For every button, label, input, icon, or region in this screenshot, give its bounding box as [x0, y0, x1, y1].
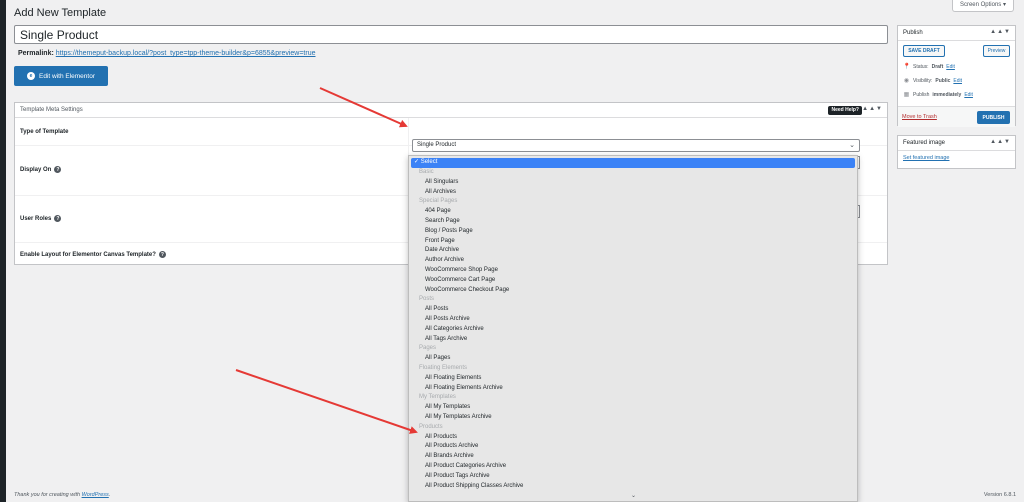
dropdown-group-label: Pages: [419, 345, 437, 352]
elementor-canvas-label: Enable Layout for Elementor Canvas Templ…: [20, 251, 166, 258]
box-move-arrows-icon[interactable]: ▲▲▼: [990, 29, 1011, 35]
dropdown-group-label: My Templates: [419, 394, 456, 401]
eye-icon: ◉: [903, 78, 910, 84]
dropdown-option[interactable]: All Archives: [409, 188, 857, 198]
dropdown-option[interactable]: All Posts Archive: [409, 315, 857, 325]
featured-image-header: Featured image ▲▲▼: [898, 136, 1015, 151]
publish-button[interactable]: PUBLISH: [977, 111, 1010, 124]
dropdown-option[interactable]: All Products Archive: [409, 442, 857, 452]
display-on-dropdown[interactable]: ✓ Select Basic All Singulars All Archives S…: [408, 155, 858, 502]
publish-time-label: Publish: [913, 91, 930, 98]
page-title: Add New Template: [14, 7, 107, 19]
dropdown-option[interactable]: All My Templates Archive: [409, 413, 857, 423]
meta-box-header: Template Meta Settings Need Help? ▲▲▼: [15, 103, 887, 118]
user-roles-label: User Roles ?: [20, 215, 62, 222]
elementor-canvas-text: Enable Layout for Elementor Canvas Templ…: [20, 251, 156, 258]
permalink: Permalink: https://themeput-backup.local…: [18, 50, 316, 57]
wordpress-link[interactable]: WordPress: [82, 492, 109, 498]
dropdown-group-label: Products: [419, 423, 443, 430]
arrow-to-products-group: [235, 369, 418, 434]
type-of-template-label: Type of Template: [20, 129, 69, 135]
dropdown-option[interactable]: All Floating Elements Archive: [409, 384, 857, 394]
dropdown-option[interactable]: WooCommerce Shop Page: [409, 266, 857, 276]
calendar-icon: ▦: [903, 92, 910, 98]
dropdown-option[interactable]: All Pages: [409, 354, 857, 364]
dropdown-option[interactable]: All Singulars: [409, 178, 857, 188]
pin-icon: 📍: [903, 64, 911, 70]
publish-box: Publish ▲▲▼ SAVE DRAFT Preview 📍 Status:…: [897, 25, 1016, 127]
visibility-line: ◉ Visibility: Public Edit: [903, 77, 962, 85]
publish-time-value: immediately: [932, 91, 962, 98]
dropdown-option[interactable]: Search Page: [409, 217, 857, 227]
move-to-trash-link[interactable]: Move to Trash: [902, 114, 937, 120]
dropdown-group-label: Floating Elements: [419, 365, 468, 371]
help-icon[interactable]: ?: [54, 215, 62, 222]
footer-version: Version 6.8.1: [983, 492, 1016, 498]
footer-thanks: Thank you for creating with WordPress.: [14, 492, 110, 498]
box-move-arrows-icon[interactable]: ▲▲▼: [990, 139, 1011, 145]
dropdown-option[interactable]: WooCommerce Cart Page: [409, 276, 857, 286]
save-draft-button[interactable]: SAVE DRAFT: [903, 45, 945, 57]
dropdown-option[interactable]: All Tags Archive: [409, 335, 857, 345]
dropdown-option[interactable]: All Products: [409, 433, 857, 443]
meta-box-title: Template Meta Settings: [20, 107, 83, 113]
dropdown-group-label: Special Pages: [419, 198, 458, 205]
status-line: 📍 Status: Draft Edit: [903, 63, 955, 71]
status-label: Status:: [913, 63, 929, 70]
edit-with-elementor-label: Edit with Elementor: [39, 72, 95, 80]
publish-time-edit-link[interactable]: Edit: [964, 92, 973, 98]
set-featured-image-link[interactable]: Set featured image: [903, 155, 949, 161]
publish-box-title: Publish: [903, 30, 923, 36]
need-help-button[interactable]: Need Help?: [828, 106, 862, 115]
box-move-arrows-icon[interactable]: ▲▲▼: [862, 106, 883, 112]
dropdown-option[interactable]: Author Archive: [409, 256, 857, 266]
dropdown-option[interactable]: Date Archive: [409, 246, 857, 256]
featured-image-title: Featured image: [903, 140, 946, 146]
help-icon[interactable]: ?: [158, 251, 166, 258]
status-value: Draft: [931, 63, 944, 70]
display-on-label: Display On ?: [20, 166, 62, 173]
dropdown-option[interactable]: Blog / Posts Page: [409, 227, 857, 237]
dropdown-option[interactable]: All My Templates: [409, 403, 857, 413]
dropdown-option[interactable]: All Product Tags Archive: [409, 472, 857, 482]
permalink-link[interactable]: https://themeput-backup.local/?post_type…: [56, 50, 316, 57]
publish-actions: Move to Trash PUBLISH: [898, 106, 1015, 127]
featured-image-box: Featured image ▲▲▼ Set featured image: [897, 135, 1016, 169]
footer-thanks-suffix: .: [108, 492, 111, 498]
visibility-label: Visibility:: [913, 77, 933, 84]
dropdown-option[interactable]: All Floating Elements: [409, 374, 857, 384]
screen-options-button[interactable]: Screen Options ▾: [951, 0, 1014, 12]
publish-time-line: ▦ Publish immediately Edit: [903, 91, 973, 99]
row-type-of-template: Type of Template Single Product ⌄: [15, 118, 887, 152]
preview-button[interactable]: Preview: [983, 45, 1010, 57]
dropdown-option[interactable]: 404 Page: [409, 207, 857, 217]
elementor-icon: e: [27, 72, 35, 80]
dropdown-group-label: Posts: [419, 296, 435, 303]
status-edit-link[interactable]: Edit: [946, 64, 955, 70]
dropdown-option[interactable]: All Categories Archive: [409, 325, 857, 335]
visibility-value: Public: [935, 77, 951, 84]
dropdown-option[interactable]: All Brands Archive: [409, 452, 857, 462]
permalink-label: Permalink:: [18, 50, 54, 57]
user-roles-text: User Roles: [20, 215, 52, 222]
dropdown-option[interactable]: All Product Categories Archive: [409, 462, 857, 472]
scroll-down-icon[interactable]: ⌄: [631, 492, 636, 499]
publish-box-header: Publish ▲▲▼: [898, 26, 1015, 41]
dropdown-option[interactable]: All Posts: [409, 305, 857, 315]
dropdown-option-select[interactable]: ✓ Select: [411, 158, 855, 168]
dropdown-option[interactable]: All Product Shipping Classes Archive: [409, 482, 857, 492]
display-on-text: Display On: [20, 166, 52, 173]
admin-menu-edge: [0, 0, 6, 502]
visibility-edit-link[interactable]: Edit: [953, 78, 962, 84]
dropdown-group-label: Basic: [419, 169, 434, 175]
post-title-input[interactable]: Single Product: [14, 25, 888, 44]
footer-thanks-text: Thank you for creating with: [14, 492, 82, 498]
edit-with-elementor-button[interactable]: e Edit with Elementor: [14, 66, 108, 86]
dropdown-option[interactable]: WooCommerce Checkout Page: [409, 286, 857, 296]
dropdown-option[interactable]: Front Page: [409, 237, 857, 247]
help-icon[interactable]: ?: [54, 166, 62, 173]
